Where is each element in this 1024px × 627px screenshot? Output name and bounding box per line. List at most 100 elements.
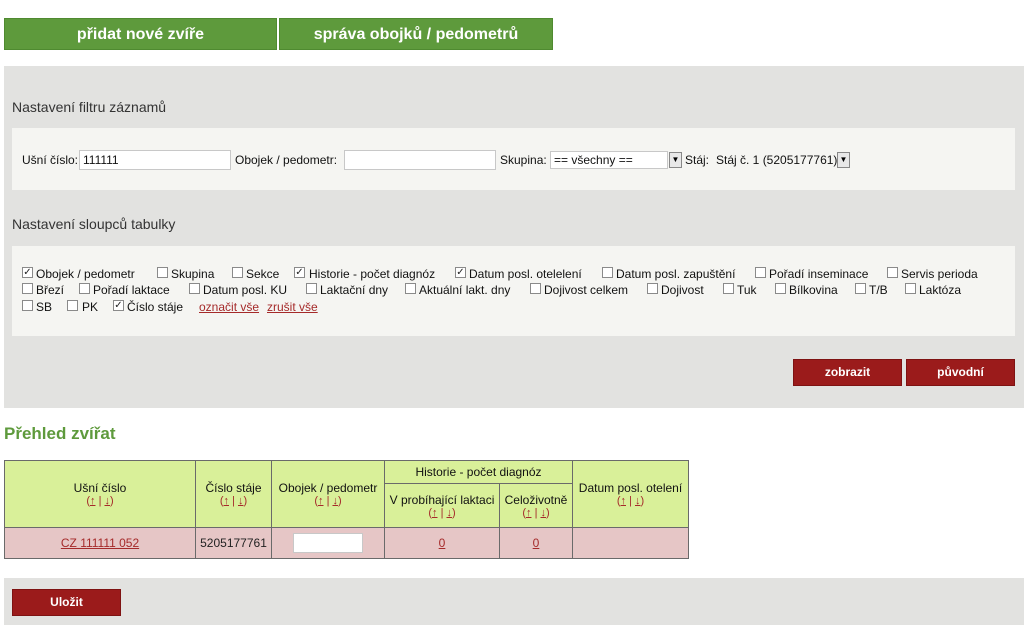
checkbox-cislo-staje[interactable]: ✓	[113, 300, 124, 311]
history-lifetime-link[interactable]: 0	[533, 536, 540, 550]
checkbox-poradi-inseminace[interactable]	[755, 267, 766, 278]
group-label: Skupina:	[500, 153, 547, 167]
checkbox-label-bilkovina: Bílkovina	[789, 283, 838, 297]
header-collar: Obojek / pedometr (↑ | ↓)	[271, 460, 385, 528]
checkbox-dojivost-celkem[interactable]	[530, 283, 541, 294]
checkbox-laktoza[interactable]	[905, 283, 916, 294]
stable-select-arrow-icon[interactable]: ▼	[837, 152, 850, 168]
header-ear-label: Ušní číslo	[73, 481, 127, 495]
checkbox-brezi[interactable]	[22, 283, 33, 294]
group-select-arrow-icon[interactable]: ▼	[669, 152, 682, 168]
checkbox-tb[interactable]	[855, 283, 866, 294]
filter-title: Nastavení filtru záznamů	[12, 99, 167, 115]
sort-up-icon[interactable]: ↑	[318, 495, 324, 507]
sort-up-icon[interactable]: ↑	[432, 507, 438, 519]
ear-number-input[interactable]	[79, 150, 231, 170]
select-all-link[interactable]: označit vše	[199, 300, 259, 314]
sort-up-icon[interactable]: ↑	[526, 507, 532, 519]
header-stable: Číslo stáje (↑ | ↓)	[195, 460, 272, 528]
checkbox-historie[interactable]: ✓	[294, 267, 305, 278]
deselect-all-link[interactable]: zrušit vše	[267, 300, 318, 314]
checkbox-label-cislo-staje: Číslo stáje	[127, 300, 184, 314]
checkbox-datum-ku[interactable]	[189, 283, 200, 294]
checkbox-bilkovina[interactable]	[775, 283, 786, 294]
show-button[interactable]: zobrazit	[793, 359, 902, 386]
cell-ear-number: CZ 111111 052	[4, 527, 196, 559]
checkbox-label-tuk: Tuk	[737, 283, 757, 297]
header-history-lifetime-label: Celoživotně	[504, 492, 568, 507]
sort-separator: |	[326, 495, 330, 507]
sort-stable: (↑ | ↓)	[219, 495, 248, 507]
checkbox-label-dojivost-celkem: Dojivost celkem	[544, 283, 629, 297]
checkbox-obojek[interactable]: ✓	[22, 267, 33, 278]
history-current-link[interactable]: 0	[439, 536, 446, 550]
checkbox-skupina[interactable]	[157, 267, 168, 278]
checkbox-laktacni-dny[interactable]	[306, 283, 317, 294]
cell-collar	[271, 527, 385, 559]
sort-separator: |	[629, 495, 632, 507]
checkbox-label-skupina: Skupina	[171, 267, 215, 281]
sort-up-icon[interactable]: ↑	[90, 495, 96, 507]
stable-select[interactable]: Stáj č. 1 (5205177761)	[712, 151, 837, 169]
collar-management-button[interactable]: správa obojků / pedometrů	[279, 18, 553, 50]
sort-separator: |	[440, 506, 444, 519]
checkbox-label-aktualni-lakt-dny: Aktuální lakt. dny	[419, 283, 511, 297]
add-animal-button[interactable]: přidat nové zvíře	[4, 18, 277, 50]
checkbox-label-datum-zapusteni: Datum posl. zapuštění	[616, 267, 736, 281]
header-last-calving: Datum posl. otelení (↑ | ↓)	[572, 460, 689, 528]
checkbox-label-dojivost: Dojivost	[661, 283, 704, 297]
columns-title: Nastavení sloupců tabulky	[12, 216, 176, 232]
cell-history-lifetime: 0	[499, 527, 573, 559]
original-button[interactable]: původní	[906, 359, 1015, 386]
collar-input[interactable]	[344, 150, 496, 170]
checkbox-dojivost[interactable]	[647, 283, 658, 294]
checkbox-tuk[interactable]	[723, 283, 734, 294]
collar-row-input[interactable]	[293, 533, 363, 553]
overview-title: Přehled zvířat	[4, 424, 116, 443]
sort-separator: |	[232, 495, 235, 507]
header-history-lifetime: Celoživotně (↑ | ↓)	[499, 483, 573, 528]
header-last-calving-label: Datum posl. otelení	[578, 481, 683, 495]
checkbox-datum-zapusteni[interactable]	[602, 267, 613, 278]
collar-label: Obojek / pedometr:	[235, 153, 338, 167]
save-panel: Uložit	[4, 578, 1024, 625]
ear-number-label: Ušní číslo:	[22, 153, 79, 167]
sort-down-icon[interactable]: ↓	[540, 507, 546, 519]
sort-history-lifetime: (↑ | ↓)	[522, 506, 550, 519]
header-ear-number: Ušní číslo (↑ | ↓)	[4, 460, 196, 528]
checkbox-poradi-laktace[interactable]	[79, 283, 90, 294]
ear-number-link[interactable]: CZ 111111 052	[61, 536, 139, 550]
checkbox-datum-oteleni[interactable]: ✓	[455, 267, 466, 278]
checkbox-servis-perioda[interactable]	[887, 267, 898, 278]
columns-box: ✓ Obojek / pedometr Skupina Sekce ✓ Hist…	[12, 246, 1015, 336]
checkbox-label-pk: PK	[82, 300, 99, 314]
checkbox-label-poradi-inseminace: Pořadí inseminace	[769, 267, 869, 281]
group-select[interactable]: == všechny ==	[550, 151, 668, 169]
checkbox-sekce[interactable]	[232, 267, 243, 278]
checkbox-aktualni-lakt-dny[interactable]	[405, 283, 416, 294]
table-row: CZ 111111 052 5205177761 0 0	[4, 527, 689, 559]
header-stable-label: Číslo stáje	[205, 481, 262, 495]
sort-history-current: (↑ | ↓)	[428, 506, 456, 519]
sort-separator: |	[534, 506, 538, 519]
checkbox-label-servis-perioda: Servis perioda	[901, 267, 978, 281]
sort-down-icon[interactable]: ↓	[446, 507, 452, 519]
checkbox-label-historie: Historie - počet diagnóz	[309, 267, 436, 281]
checkbox-sb[interactable]	[22, 300, 33, 311]
header-history: Historie - počet diagnóz	[384, 460, 573, 484]
settings-panel: Nastavení filtru záznamů Ušní číslo: Obo…	[4, 66, 1024, 408]
sort-ear: (↑ | ↓)	[86, 495, 114, 507]
checkbox-label-sekce: Sekce	[246, 267, 280, 281]
checkbox-label-brezi: Březí	[36, 283, 65, 297]
sort-up-icon[interactable]: ↑	[621, 495, 627, 507]
save-button[interactable]: Uložit	[12, 589, 121, 616]
sort-down-icon[interactable]: ↓	[104, 495, 110, 507]
sort-down-icon[interactable]: ↓	[635, 495, 641, 507]
sort-down-icon[interactable]: ↓	[332, 495, 338, 507]
sort-down-icon[interactable]: ↓	[238, 495, 244, 507]
checkbox-label-laktacni-dny: Laktační dny	[320, 283, 389, 297]
sort-up-icon[interactable]: ↑	[224, 495, 230, 507]
checkbox-pk[interactable]	[67, 300, 78, 311]
cell-history-current: 0	[384, 527, 500, 559]
header-history-current-label: V probíhající laktaci	[389, 492, 495, 507]
